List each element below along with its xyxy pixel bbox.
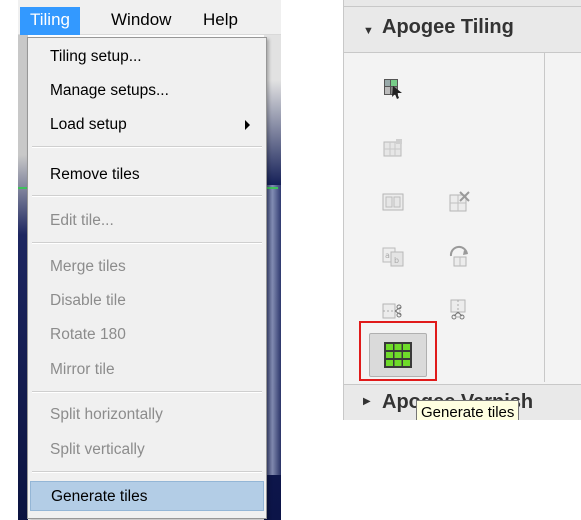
menu-item-generate-tiles[interactable]: Generate tiles [30,481,264,511]
menu-separator [32,391,262,393]
edit-tile-icon[interactable]: a b [381,244,407,270]
menu-item-tiling-setup[interactable]: Tiling setup... [30,42,264,72]
tooltip: Generate tiles [416,400,520,420]
menu-tiling[interactable]: Tiling [20,7,80,35]
menu-item-edit-tile[interactable]: Edit tile... [30,206,264,236]
svg-text:a: a [385,251,390,260]
svg-text:b: b [394,256,399,265]
menu-item-split-vertically[interactable]: Split vertically [30,435,264,465]
menu-separator [32,471,262,473]
menu-item-manage-setups[interactable]: Manage setups... [30,76,264,106]
menu-item-label: Load setup [50,116,127,133]
panel-top-border [344,0,581,7]
menu-help[interactable]: Help [203,7,238,33]
section-header-apogee-tiling[interactable]: ▼ Apogee Tiling [344,7,581,53]
tiling-menu-screenshot: Tiling Window Help Tiling setup... Manag… [18,0,281,520]
menu-separator [32,146,262,148]
generate-tiles-button[interactable] [369,333,427,377]
expand-triangle-icon: ▶ [363,396,371,407]
menu-separator [32,195,262,197]
menu-item-split-horizontally[interactable]: Split horizontally [30,400,264,430]
split-tile-icon[interactable] [381,190,407,216]
generate-tiles-icon [384,342,412,368]
menu-separator [32,242,262,244]
menu-item-rotate-180[interactable]: Rotate 180 [30,320,264,350]
remove-tiles-icon[interactable] [447,190,473,216]
menu-item-mirror-tile[interactable]: Mirror tile [30,355,264,385]
submenu-arrow-icon [245,120,250,130]
menu-item-disable-tile[interactable]: Disable tile [30,286,264,316]
cut-vertical-icon[interactable] [447,298,473,324]
menu-item-load-setup[interactable]: Load setup [30,110,264,140]
panel-divider [544,52,545,382]
apogee-tiling-panel: ▼ Apogee Tiling a b ▶ Generate tiles [343,0,581,420]
collapse-triangle-icon: ▼ [363,25,374,37]
menu-item-merge-tiles[interactable]: Merge tiles [30,252,264,282]
section-title: Apogee Tiling [382,16,514,38]
menu-bar: Tiling Window Help [18,0,281,35]
manage-setups-icon[interactable] [381,136,407,162]
tiling-setup-icon[interactable] [381,76,407,102]
menu-item-remove-tiles[interactable]: Remove tiles [30,160,264,190]
menu-window[interactable]: Window [111,7,171,33]
tiling-dropdown-menu: Tiling setup... Manage setups... Load se… [27,37,267,519]
rotate-tile-icon[interactable] [447,244,473,270]
